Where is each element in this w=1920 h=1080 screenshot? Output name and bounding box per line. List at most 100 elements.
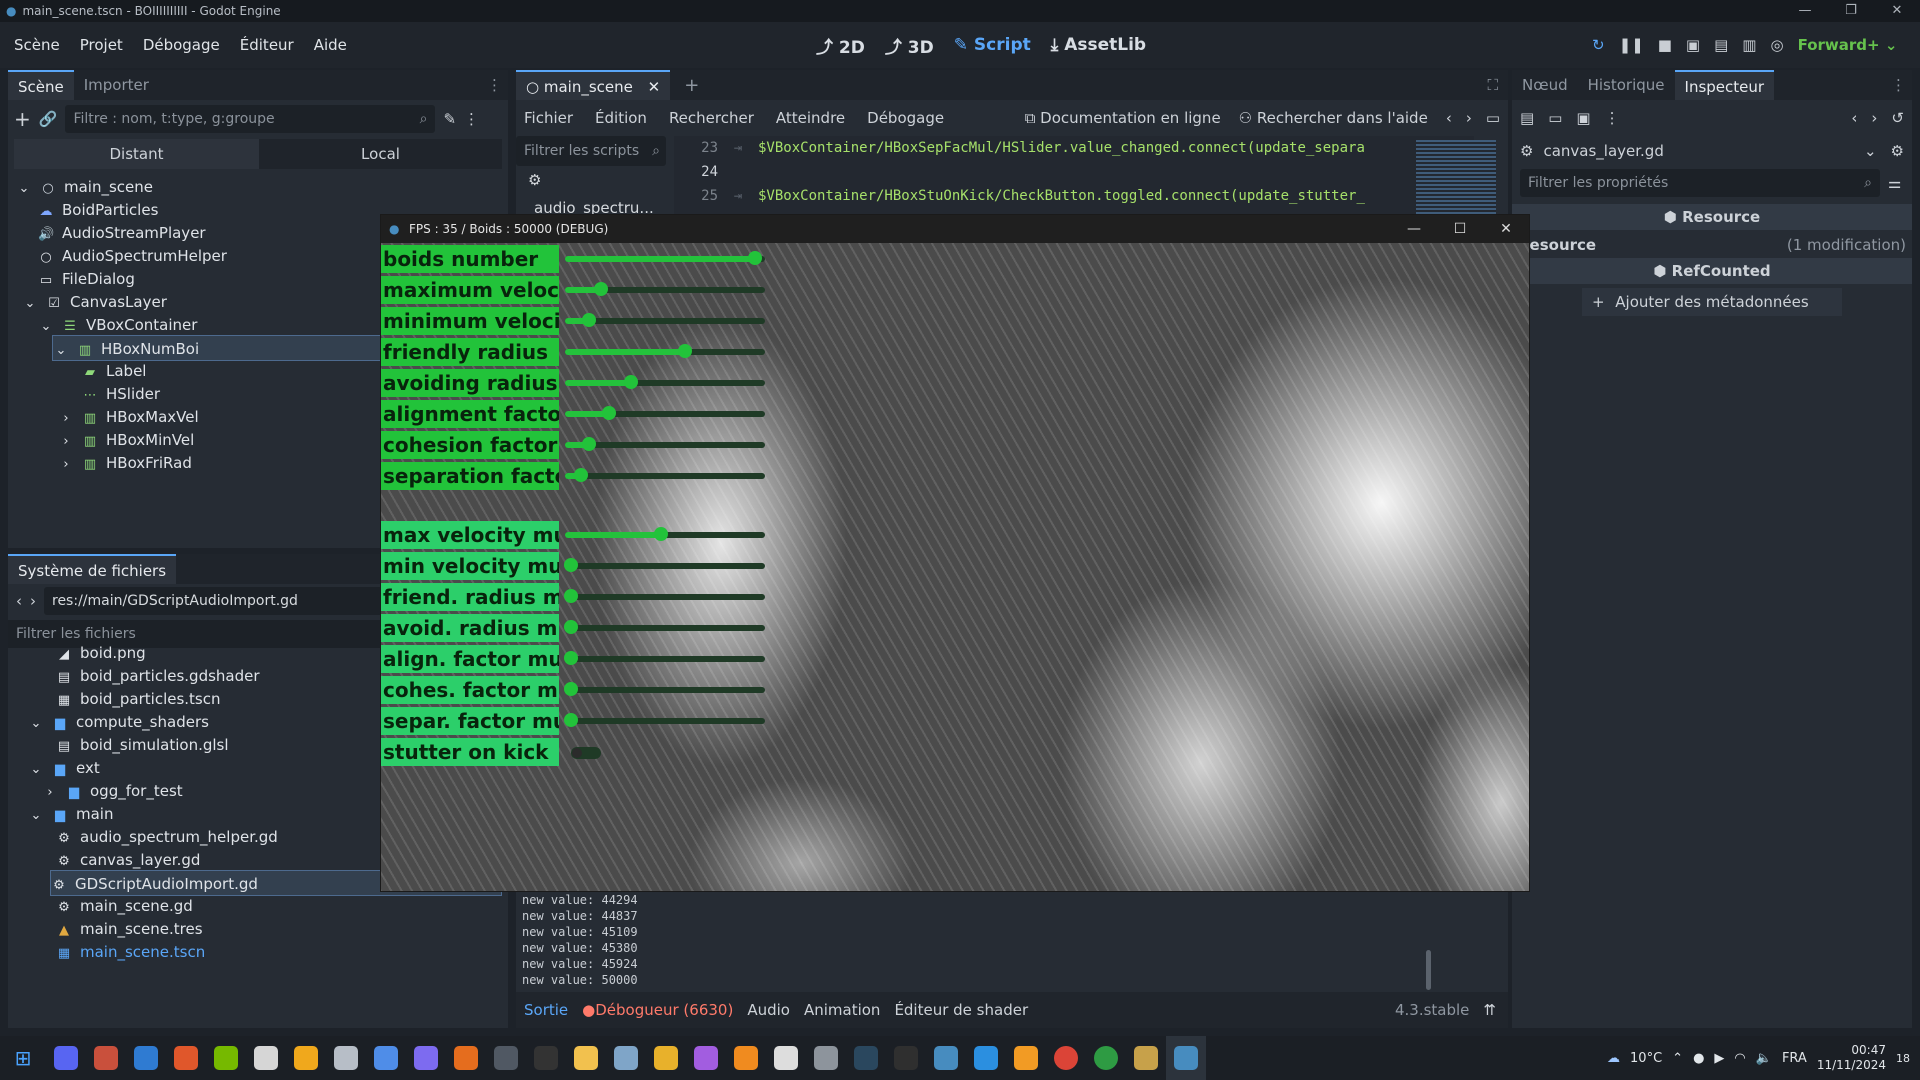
control-slider[interactable] <box>565 344 765 358</box>
tab-node[interactable]: Nœud <box>1512 70 1578 100</box>
language-indicator[interactable]: FRA <box>1782 1051 1807 1066</box>
tab-script[interactable]: ✎ Script <box>954 35 1031 55</box>
fullscreen-icon[interactable]: ⛶ <box>1487 76 1498 94</box>
slider-knob[interactable] <box>582 313 596 327</box>
tab-assetlib[interactable]: ⤓ AssetLib <box>1051 35 1146 55</box>
script-menu-search[interactable]: Rechercher <box>669 109 754 127</box>
game-minimize-button[interactable]: — <box>1391 215 1437 243</box>
tab-history[interactable]: Historique <box>1578 70 1675 100</box>
terminal-icon[interactable] <box>486 1036 526 1080</box>
slider-knob[interactable] <box>748 251 762 265</box>
slider-knob[interactable] <box>582 437 596 451</box>
tab-output[interactable]: Sortie <box>524 1001 568 1019</box>
vscode-icon[interactable] <box>966 1036 1006 1080</box>
add-metadata-button[interactable]: + Ajouter des métadonnées <box>1582 288 1842 316</box>
app-icon[interactable] <box>446 1036 486 1080</box>
section-resource[interactable]: ⬢ Resource <box>1512 204 1912 230</box>
script-menu-debug[interactable]: Débogage <box>867 109 944 127</box>
sublime-icon[interactable] <box>1006 1036 1046 1080</box>
xbox-icon[interactable] <box>1086 1036 1126 1080</box>
game-window[interactable]: ● FPS : 35 / Boids : 50000 (DEBUG) — ☐ ✕… <box>380 214 1530 892</box>
slider-knob[interactable] <box>574 468 588 482</box>
toggle-panel-icon[interactable]: ▭ <box>1486 109 1500 127</box>
object-properties-icon[interactable]: ⚙ <box>1891 142 1904 160</box>
remote-tab[interactable]: Distant <box>14 139 259 169</box>
script-icon[interactable]: ✎ <box>443 110 456 128</box>
new-resource-icon[interactable]: ▤ <box>1520 109 1534 127</box>
app-icon[interactable] <box>166 1036 206 1080</box>
filter-scripts-input[interactable]: Filtrer les scripts ⌕ <box>516 136 666 166</box>
tray-icon[interactable]: ▶ <box>1714 1051 1724 1066</box>
script-menu-file[interactable]: Fichier <box>524 109 573 127</box>
control-slider[interactable] <box>565 437 765 451</box>
control-slider[interactable] <box>565 282 765 296</box>
app-icon[interactable] <box>646 1036 686 1080</box>
app-icon[interactable] <box>246 1036 286 1080</box>
tab-3d[interactable]: ⤴ 3D <box>885 33 934 58</box>
movie-maker-icon[interactable]: ◎ <box>1770 36 1783 54</box>
slider-knob[interactable] <box>602 406 616 420</box>
tab-scene[interactable]: Scène <box>8 70 74 100</box>
slider-knob[interactable] <box>564 682 578 696</box>
save-icon[interactable]: ▣ <box>1576 109 1590 127</box>
slider-knob[interactable] <box>564 589 578 603</box>
back-icon[interactable]: ‹ <box>16 592 22 610</box>
next-script-icon[interactable]: › <box>1466 109 1472 127</box>
scene-filter-input[interactable]: Filtre : nom, t:type, g:groupe ⌕ <box>65 105 436 133</box>
menu-scene[interactable]: Scène <box>14 36 60 54</box>
game-maximize-button[interactable]: ☐ <box>1437 215 1483 243</box>
app-icon[interactable] <box>766 1036 806 1080</box>
clock[interactable]: 00:47 11/11/2024 <box>1817 1043 1886 1073</box>
slider-knob[interactable] <box>564 620 578 634</box>
stop-icon[interactable]: ■ <box>1658 36 1672 54</box>
script-list-item[interactable]: ⚙ audio_spectru... <box>516 166 666 217</box>
slider-knob[interactable] <box>564 558 578 572</box>
control-slider[interactable] <box>565 468 765 482</box>
menu-help[interactable]: Aide <box>314 36 347 54</box>
close-tab-icon[interactable]: ✕ <box>648 78 661 96</box>
console-scrollbar[interactable] <box>1426 950 1431 990</box>
dock-menu-icon[interactable]: ⋮ <box>1891 76 1906 94</box>
control-slider[interactable] <box>565 313 765 327</box>
next-object-icon[interactable]: › <box>1871 109 1877 127</box>
game-close-button[interactable]: ✕ <box>1483 215 1529 243</box>
discord-icon[interactable] <box>46 1036 86 1080</box>
forward-icon[interactable]: › <box>30 592 36 610</box>
local-tab[interactable]: Local <box>258 139 502 169</box>
godot-taskbar-icon[interactable] <box>926 1036 966 1080</box>
script-menu-goto[interactable]: Atteindre <box>776 109 845 127</box>
link-icon[interactable]: 🔗 <box>39 110 58 128</box>
menu-project[interactable]: Projet <box>80 36 123 54</box>
app-icon[interactable] <box>526 1036 566 1080</box>
pause-icon[interactable]: ❚❚ <box>1619 36 1644 54</box>
app-icon[interactable] <box>686 1036 726 1080</box>
filter-settings-icon[interactable]: ⚌ <box>1888 174 1901 192</box>
open-folder-icon[interactable]: ▭ <box>1548 109 1562 127</box>
windows-start-icon[interactable]: ⊞ <box>0 1036 46 1080</box>
scene-menu-icon[interactable]: ⋮ <box>464 110 479 128</box>
tab-animation[interactable]: Animation <box>804 1001 880 1019</box>
tree-item-hboxfrirad[interactable]: › ▥ HBoxFriRad <box>58 450 191 476</box>
stutter-toggle[interactable] <box>571 747 601 759</box>
tab-audio[interactable]: Audio <box>747 1001 790 1019</box>
slider-knob[interactable] <box>564 651 578 665</box>
prev-object-icon[interactable]: ‹ <box>1851 109 1857 127</box>
wifi-icon[interactable]: ◠ <box>1734 1051 1745 1066</box>
prev-script-icon[interactable]: ‹ <box>1446 109 1452 127</box>
control-slider[interactable] <box>564 620 765 634</box>
chrome-icon[interactable] <box>1046 1036 1086 1080</box>
app-icon[interactable] <box>286 1036 326 1080</box>
online-docs-link[interactable]: ⧉ Documentation en ligne <box>1025 109 1221 127</box>
app-icon[interactable] <box>1126 1036 1166 1080</box>
app-icon[interactable] <box>606 1036 646 1080</box>
run-scene-icon[interactable]: ▤ <box>1714 36 1728 54</box>
nvidia-icon[interactable] <box>206 1036 246 1080</box>
control-slider[interactable] <box>564 682 765 696</box>
app-icon[interactable] <box>86 1036 126 1080</box>
reload-icon[interactable]: ↻ <box>1592 36 1605 54</box>
tray-icon[interactable]: ● <box>1693 1051 1704 1066</box>
control-slider[interactable] <box>564 713 765 727</box>
slider-knob[interactable] <box>654 527 668 541</box>
control-slider[interactable] <box>565 251 765 265</box>
tab-shader-editor[interactable]: Éditeur de shader <box>894 1001 1028 1019</box>
